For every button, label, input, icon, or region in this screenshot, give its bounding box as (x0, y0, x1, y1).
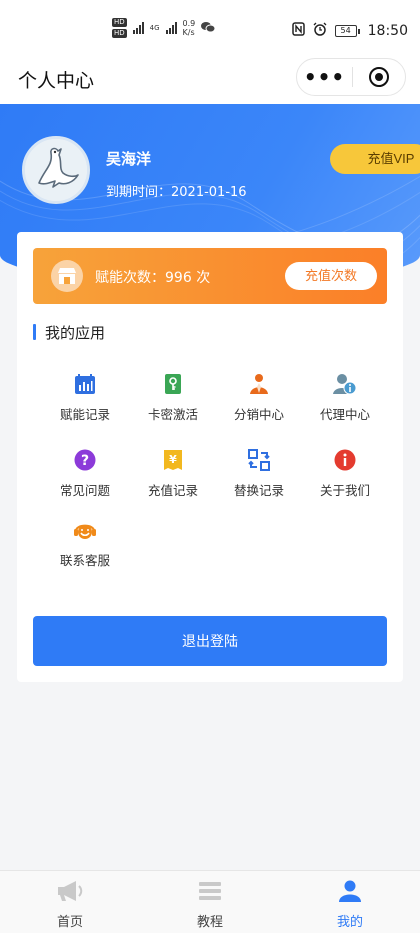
wechat-icon (201, 21, 216, 36)
count-unit: 次 (196, 270, 211, 286)
page-title: 个人中心 (18, 70, 95, 92)
net-type: 4G (149, 24, 160, 32)
app-distribution-center[interactable]: 分销中心 (213, 372, 305, 423)
net-speed-unit: K/s (182, 28, 195, 37)
svg-text:¥: ¥ (169, 453, 177, 466)
app-label: 常见问题 (59, 483, 110, 498)
hd-badge-1: HD (112, 18, 127, 27)
store-icon (51, 260, 83, 292)
app-label: 卡密激活 (147, 407, 198, 422)
hd-badges: HD HD (112, 18, 127, 38)
tab-label: 我的 (336, 915, 363, 930)
yen-icon: ¥ (161, 448, 185, 472)
app-label: 分销中心 (233, 407, 284, 422)
app-about-us[interactable]: 关于我们 (299, 448, 391, 499)
app-label: 关于我们 (319, 483, 370, 498)
person-icon (338, 880, 362, 906)
count-banner: 赋能次数：996 次 充值次数 (33, 248, 387, 304)
section-accent (33, 324, 36, 340)
menu-icon (198, 880, 222, 906)
expire-date: 2021-01-16 (171, 185, 247, 200)
app-swap-records[interactable]: 替换记录 (213, 448, 305, 499)
app-label: 代理中心 (319, 407, 370, 422)
battery-level: 54 (334, 25, 357, 37)
app-empower-records[interactable]: 赋能记录 (39, 372, 131, 423)
close-button[interactable] (353, 67, 405, 87)
count-value: 996 (165, 270, 192, 286)
avatar-image (25, 139, 87, 201)
app-faq[interactable]: ? 常见问题 (39, 448, 131, 499)
battery-icon: 54 (334, 25, 360, 37)
headset-icon (73, 518, 97, 542)
megaphone-icon (56, 880, 84, 906)
recharge-vip-button[interactable]: 充值VIP (330, 144, 420, 174)
count-text: 赋能次数：996 次 (95, 267, 210, 287)
svg-text:?: ? (81, 453, 89, 469)
status-bar: HD HD 4G 0.9 K/s 54 18:50 (0, 0, 420, 60)
avatar[interactable] (22, 136, 90, 204)
app-label: 赋能记录 (59, 407, 110, 422)
question-icon: ? (73, 448, 97, 472)
clock: 18:50 (367, 23, 408, 39)
info-icon (333, 448, 357, 472)
swap-icon (247, 448, 271, 472)
more-button[interactable]: ••• (297, 65, 352, 89)
agent-icon (333, 372, 357, 396)
logout-button[interactable]: 退出登陆 (33, 616, 387, 666)
nav-bar: 个人中心 ••• (0, 52, 420, 104)
main-card: 赋能次数：996 次 充值次数 我的应用 赋能记录 卡密激活 分销中心 代理中心… (17, 232, 403, 682)
app-recharge-records[interactable]: ¥ 充值记录 (127, 448, 219, 499)
close-icon (369, 67, 389, 87)
section-title: 我的应用 (33, 322, 105, 342)
tab-home[interactable]: 首页 (0, 871, 140, 933)
tab-label: 首页 (56, 915, 83, 930)
app-label: 替换记录 (233, 483, 284, 498)
section-title-text: 我的应用 (45, 323, 106, 342)
app-label: 充值记录 (147, 483, 198, 498)
calendar-chart-icon (73, 372, 97, 396)
username: 吴海洋 (106, 150, 152, 168)
status-right: 54 18:50 (291, 22, 408, 40)
app-customer-service[interactable]: 联系客服 (39, 518, 131, 569)
signal-icon (132, 22, 144, 34)
app-card-activation[interactable]: 卡密激活 (127, 372, 219, 423)
status-left: HD HD 4G 0.9 K/s (112, 18, 216, 38)
signal-icon-2 (165, 22, 177, 34)
mini-program-capsule: ••• (296, 58, 406, 96)
count-label: 赋能次数： (95, 270, 165, 286)
expire-label: 到期时间： (106, 185, 172, 200)
tab-label: 教程 (196, 915, 223, 930)
expire-info: 到期时间：2021-01-16 (106, 181, 247, 200)
tab-bar: 首页 教程 我的 (0, 870, 420, 933)
net-speed-value: 0.9 (182, 19, 196, 28)
nfc-icon (291, 22, 305, 40)
recharge-count-button[interactable]: 充值次数 (285, 262, 377, 290)
tab-mine[interactable]: 我的 (280, 871, 420, 933)
distribution-icon (247, 372, 271, 396)
app-label: 联系客服 (59, 553, 110, 568)
net-speed: 0.9 K/s (183, 19, 196, 37)
alarm-icon (313, 22, 327, 40)
hd-badge-2: HD (112, 29, 127, 38)
tab-tutorial[interactable]: 教程 (140, 871, 280, 933)
app-agent-center[interactable]: 代理中心 (299, 372, 391, 423)
key-icon (161, 372, 185, 396)
